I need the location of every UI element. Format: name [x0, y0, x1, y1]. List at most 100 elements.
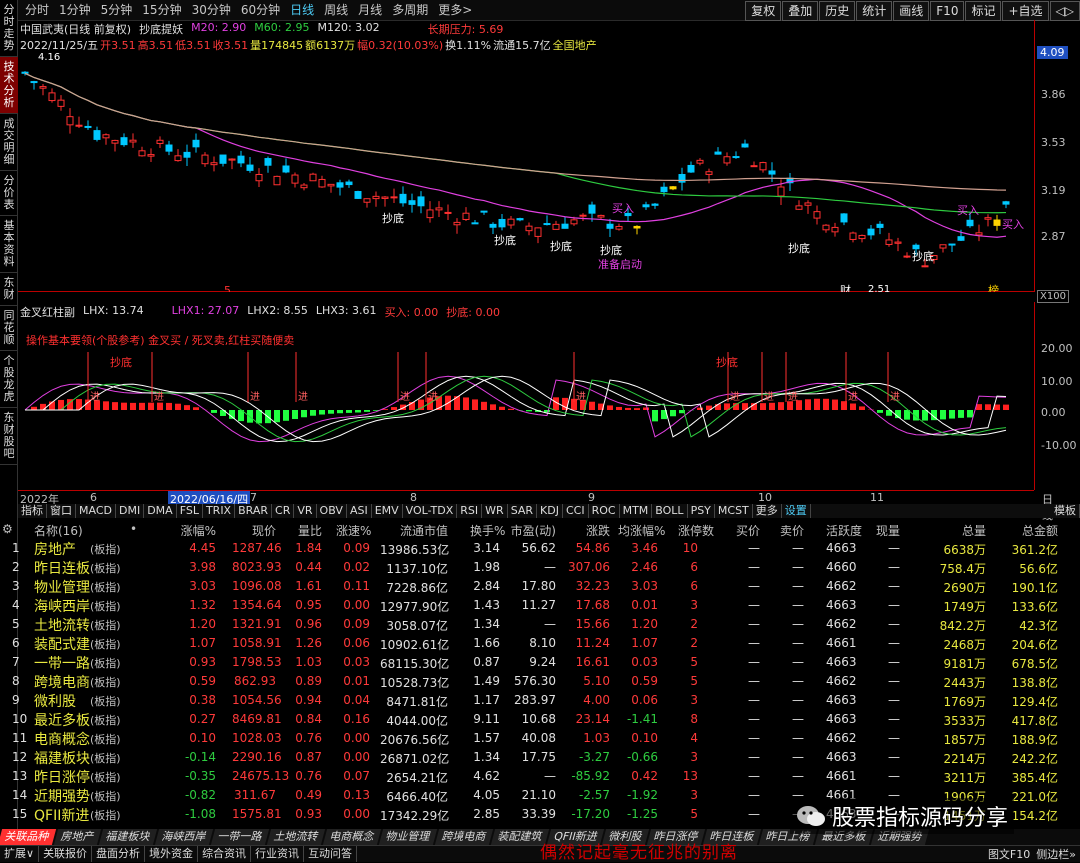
indicator-tab[interactable]: BRAR	[235, 504, 272, 518]
period-tab[interactable]: 日线	[285, 0, 319, 21]
left-nav-item[interactable]: 分价表	[0, 171, 18, 216]
table-row[interactable]: 3物业管理(板指)3.031096.081.610.117228.86亿2.84…	[0, 577, 1080, 596]
indicator-tab[interactable]: MACD	[76, 504, 116, 518]
tool-button[interactable]: 画线	[893, 1, 929, 21]
column-header[interactable]: 流通市值	[380, 522, 448, 539]
bottom-button[interactable]: 互动问答	[304, 846, 357, 862]
left-nav-item[interactable]: 东财股吧	[0, 408, 18, 465]
column-header[interactable]: 涨速%	[336, 522, 370, 539]
indicator-tab[interactable]: MTM	[620, 504, 653, 518]
indicator-tab[interactable]: CCI	[563, 504, 589, 518]
indicator-tab[interactable]: 指标	[18, 504, 47, 518]
column-header[interactable]: 现价	[232, 522, 276, 539]
indicator-tab[interactable]: 窗口	[47, 504, 76, 518]
table-row[interactable]: 4海峡西岸(板指)1.321354.640.950.0012977.90亿1.4…	[0, 596, 1080, 615]
table-row[interactable]: 8跨境电商(板指)0.59862.930.890.0110528.73亿1.49…	[0, 672, 1080, 691]
bottom-button[interactable]: 境外资金	[145, 846, 198, 862]
table-row[interactable]: 2昨日连板(板指)3.988023.930.440.021137.10亿1.98…	[0, 558, 1080, 577]
left-nav-item[interactable]: 分时走势	[0, 0, 18, 57]
bottom-button[interactable]: 关联报价	[39, 846, 92, 862]
related-tab[interactable]: 关联品种	[0, 829, 56, 845]
column-header[interactable]: 卖价	[768, 522, 804, 539]
indicator-tab[interactable]: EMV	[372, 504, 403, 518]
tool-button[interactable]: 复权	[745, 1, 781, 21]
indicator-tab[interactable]: 更多	[753, 504, 782, 518]
bottom-button[interactable]: 盘面分析	[92, 846, 145, 862]
period-tab[interactable]: 15分钟	[137, 0, 186, 21]
indicator-tab[interactable]: PSY	[688, 504, 715, 518]
indicator-tab[interactable]: VOL-TDX	[403, 504, 458, 518]
column-header[interactable]: 换手%	[470, 522, 500, 539]
tool-button[interactable]: ◁▷	[1050, 1, 1080, 21]
tool-button[interactable]: 历史	[819, 1, 855, 21]
column-header[interactable]: 量比	[292, 522, 322, 539]
related-tab[interactable]: 电商概念	[323, 829, 381, 845]
related-tab[interactable]: 房地产	[54, 829, 101, 845]
indicator-tab[interactable]: WR	[482, 504, 508, 518]
sector-label[interactable]: 全国地产	[553, 37, 597, 53]
indicator-tab[interactable]: MCST	[715, 504, 753, 518]
kline-chart[interactable]: 抄底抄底抄底抄底抄底抄底买入买入买入准备启动财榜54.162.51	[18, 20, 1034, 292]
related-tab[interactable]: 跨境电商	[435, 829, 493, 845]
tool-button[interactable]: 叠加	[782, 1, 818, 21]
tool-button[interactable]: +自选	[1002, 1, 1048, 21]
related-tab[interactable]: 土地流转	[267, 829, 325, 845]
left-nav-item[interactable]: 个股龙虎	[0, 351, 18, 408]
table-row[interactable]: 13昨日涨停(板指)-0.3524675.130.760.072654.21亿4…	[0, 767, 1080, 786]
tool-button[interactable]: F10	[930, 1, 964, 21]
left-nav-item[interactable]: 成交明细	[0, 114, 18, 171]
column-header[interactable]: 市盈(动)	[510, 522, 556, 539]
indicator-tab[interactable]: 模板	[1051, 504, 1080, 518]
f10-link[interactable]: 图文F10	[988, 846, 1030, 862]
column-header[interactable]: 买价	[724, 522, 760, 539]
period-tab[interactable]: 月线	[353, 0, 387, 21]
related-tab[interactable]: 海峡西岸	[155, 829, 213, 845]
indicator-tab[interactable]: BOLL	[652, 504, 687, 518]
period-tab[interactable]: 多周期	[387, 0, 433, 21]
column-header[interactable]: 总金额	[1000, 522, 1058, 539]
period-tab[interactable]: 60分钟	[236, 0, 285, 21]
column-header[interactable]: 名称(16)	[34, 522, 130, 539]
period-tab[interactable]: 周线	[319, 0, 353, 21]
sidebar-toggle[interactable]: 侧边栏»	[1036, 846, 1076, 862]
indicator-tab[interactable]: RSI	[457, 504, 482, 518]
left-nav-item[interactable]: 东财	[0, 273, 18, 306]
left-nav-item[interactable]: 同花顺	[0, 306, 18, 351]
indicator-tab[interactable]: TRIX	[203, 504, 235, 518]
sub-chart[interactable]: 进进进进进进进进进进进进操作基本要领(个股参考) 金叉买 / 死叉卖,红柱买随便…	[18, 302, 1034, 490]
indicator-tab[interactable]: DMA	[144, 504, 177, 518]
column-header[interactable]: 涨停数	[678, 522, 698, 539]
indicator-tab[interactable]: VR	[294, 504, 316, 518]
indicator-tab[interactable]: ASI	[347, 504, 372, 518]
column-header[interactable]: •	[130, 522, 140, 536]
table-row[interactable]: 9微利股(板指)0.381054.560.940.048471.81亿1.172…	[0, 691, 1080, 710]
period-tab[interactable]: 30分钟	[187, 0, 236, 21]
table-row[interactable]: 7一带一路(板指)0.931798.531.030.0368115.30亿0.8…	[0, 653, 1080, 672]
column-header[interactable]: 总量	[934, 522, 986, 539]
indicator-tab[interactable]: FSL	[177, 504, 203, 518]
indicator-tab[interactable]: 设置	[782, 504, 811, 518]
table-row[interactable]: 12福建板块(板指)-0.142290.160.870.0026871.02亿1…	[0, 748, 1080, 767]
column-header[interactable]: 活跃度	[826, 522, 850, 539]
table-row[interactable]: 10最近多板(板指)0.278469.810.840.164044.00亿9.1…	[0, 710, 1080, 729]
left-nav-item[interactable]: 基本资料	[0, 216, 18, 273]
bottom-button[interactable]: 行业资讯	[251, 846, 304, 862]
tool-button[interactable]: 标记	[965, 1, 1001, 21]
period-tab[interactable]: 1分钟	[54, 0, 96, 21]
indicator-tab[interactable]: KDJ	[537, 504, 563, 518]
sub-title[interactable]: 金叉红柱副	[20, 304, 75, 320]
related-tab[interactable]: 福建板块	[99, 829, 157, 845]
column-header[interactable]: 涨幅%	[180, 522, 216, 539]
period-tab[interactable]: 分时	[20, 0, 54, 21]
indicator-tab[interactable]: ROC	[589, 504, 620, 518]
tool-button[interactable]: 统计	[856, 1, 892, 21]
table-row[interactable]: 5土地流转(板指)1.201321.910.960.093058.07亿1.34…	[0, 615, 1080, 634]
bottom-button[interactable]: 扩展∨	[0, 846, 39, 862]
related-tab[interactable]: 一带一路	[211, 829, 269, 845]
indicator-tab[interactable]: CR	[272, 504, 294, 518]
period-tab[interactable]: 5分钟	[96, 0, 138, 21]
left-nav-item[interactable]: 技术分析	[0, 57, 18, 114]
bottom-button[interactable]: 综合资讯	[198, 846, 251, 862]
indicator-tab[interactable]: DMI	[116, 504, 144, 518]
indicator-name[interactable]: 抄底提妖	[139, 21, 183, 37]
